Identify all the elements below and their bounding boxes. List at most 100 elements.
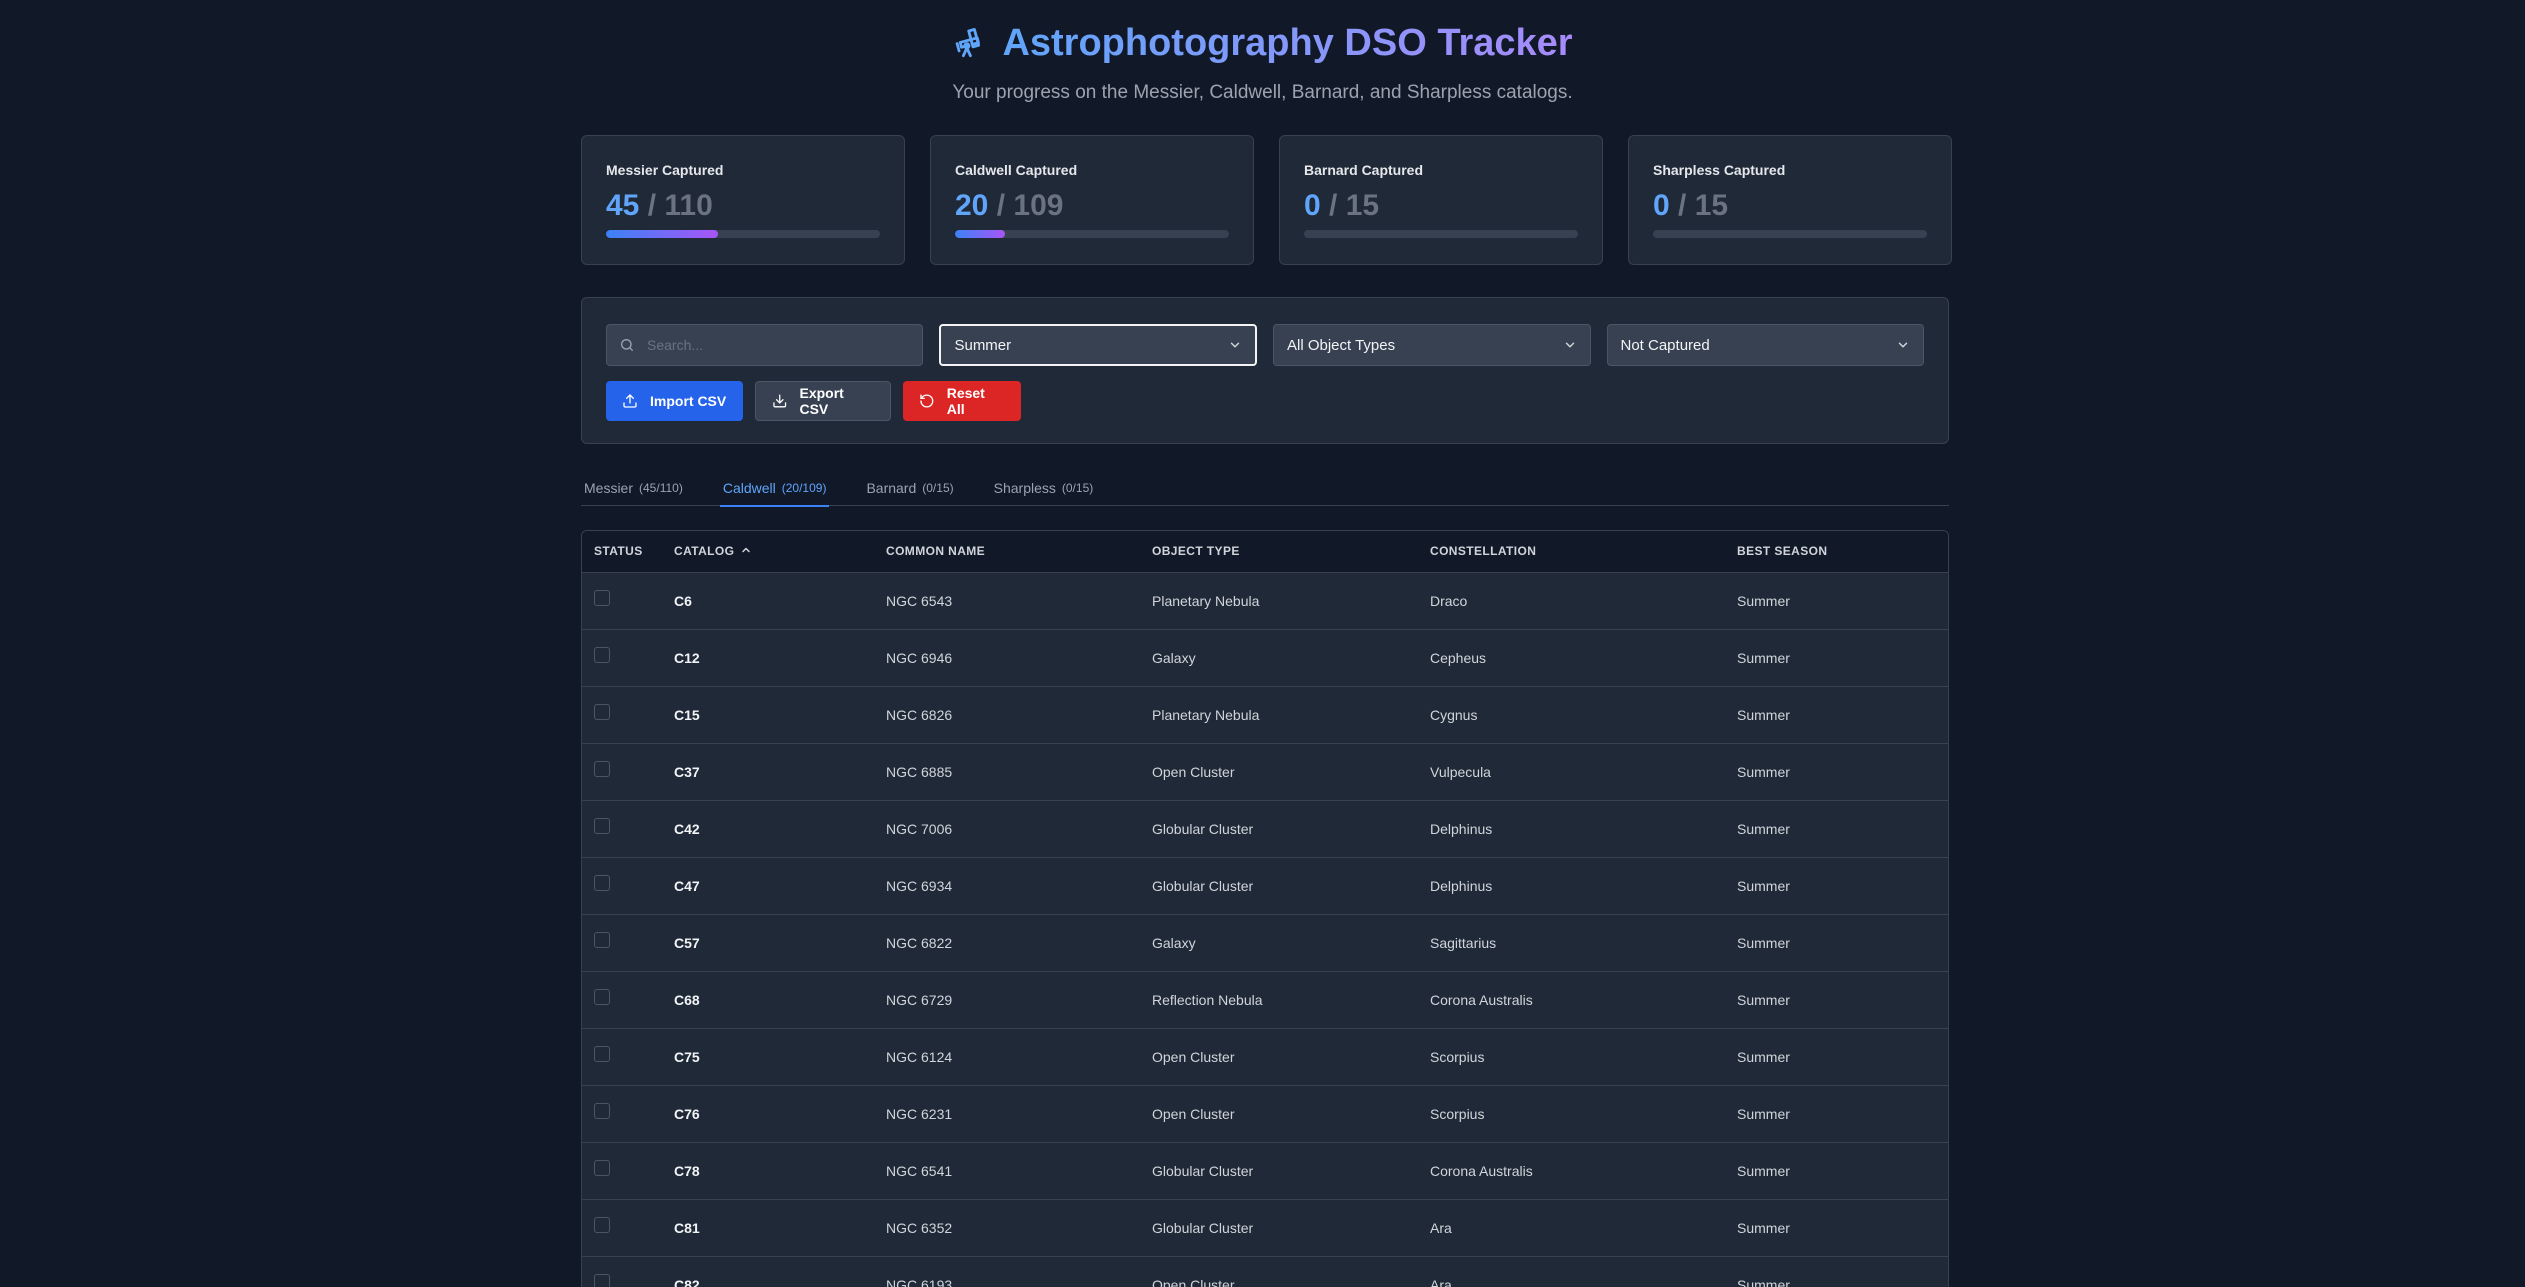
common-name-cell: NGC 6822 <box>886 934 953 951</box>
captured-checkbox[interactable] <box>594 874 610 891</box>
table-header-row: STATUS CATALOG COMMON NAME OBJECT TYPE C… <box>582 531 1948 573</box>
constellation-cell: Draco <box>1430 592 1468 609</box>
status-cell <box>582 914 662 971</box>
catalog-cell: C42 <box>674 820 700 837</box>
title-text: Astrophotography DSO Tracker <box>1002 16 1572 70</box>
best-season-cell: Summer <box>1737 991 1790 1008</box>
table-row[interactable]: C68 NGC 6729 Reflection Nebula Corona Austr… <box>582 971 1948 1028</box>
sort-ascending-icon <box>742 548 751 553</box>
export-csv-button[interactable]: Export CSV <box>755 381 891 421</box>
status-cell <box>582 686 662 743</box>
status-cell <box>582 971 662 1028</box>
reset-all-label: Reset All <box>946 385 985 417</box>
constellation-cell: Cygnus <box>1430 706 1478 723</box>
tab-sharpless[interactable]: Sharpless (0/15) <box>991 469 1097 506</box>
object-type-cell: Open Cluster <box>1152 763 1235 780</box>
action-buttons: Import CSV Export CSV Reset All <box>606 381 1924 421</box>
reset-icon <box>920 394 934 408</box>
captured-checkbox[interactable] <box>594 760 610 777</box>
table-row[interactable]: C76 NGC 6231 Open Cluster Scorpius Summer <box>582 1085 1948 1142</box>
column-header-object-type[interactable]: OBJECT TYPE <box>1140 531 1418 573</box>
stat-value: 0 / 15 <box>1304 189 1380 222</box>
tab-label: Barnard <box>866 479 917 496</box>
catalog-cell: C6 <box>674 592 692 609</box>
captured-checkbox[interactable] <box>594 646 610 663</box>
table-row[interactable]: C6 NGC 6543 Planetary Nebula Draco Summer <box>582 572 1948 629</box>
tab-caldwell[interactable]: Caldwell (20/109) <box>719 469 830 507</box>
best-season-cell: Summer <box>1737 763 1790 780</box>
best-season-cell: Summer <box>1737 706 1790 723</box>
table-row[interactable]: C78 NGC 6541 Globular Cluster Corona Austra… <box>582 1142 1948 1199</box>
stat-captured: 0 <box>1653 189 1670 222</box>
stat-captured: 0 <box>1304 189 1321 222</box>
status-select-value: Not Captured <box>1620 336 1710 354</box>
stat-captured: 45 <box>606 189 640 222</box>
column-header-best-season[interactable]: BEST SEASON <box>1725 531 1948 573</box>
catalog-cell: C81 <box>674 1219 700 1236</box>
captured-checkbox[interactable] <box>594 931 610 948</box>
upload-icon <box>623 394 637 408</box>
column-header-status[interactable]: STATUS <box>582 531 662 573</box>
tab-messier[interactable]: Messier (45/110) <box>581 469 686 506</box>
tab-count: (0/15) <box>1061 480 1094 495</box>
captured-checkbox[interactable] <box>594 817 610 834</box>
import-csv-button[interactable]: Import CSV <box>606 381 743 421</box>
table-row[interactable]: C82 NGC 6193 Open Cluster Ara Summer <box>582 1256 1948 1287</box>
best-season-cell: Summer <box>1737 1219 1790 1236</box>
object-type-cell: Planetary Nebula <box>1152 706 1260 723</box>
object-type-cell: Open Cluster <box>1152 1048 1235 1065</box>
status-cell <box>582 572 662 629</box>
table-row[interactable]: C12 NGC 6946 Galaxy Cepheus Summer <box>582 629 1948 686</box>
column-header-constellation[interactable]: CONSTELLATION <box>1418 531 1725 573</box>
status-cell <box>582 743 662 800</box>
search-box[interactable] <box>606 324 924 366</box>
captured-checkbox[interactable] <box>594 1216 610 1233</box>
catalog-tabs: Messier (45/110) Caldwell (20/109) Barnard… <box>581 469 1949 507</box>
captured-checkbox[interactable] <box>594 1273 610 1287</box>
common-name-cell: NGC 6231 <box>886 1105 953 1122</box>
table-row[interactable]: C15 NGC 6826 Planetary Nebula Cygnus Summer <box>582 686 1948 743</box>
tab-barnard[interactable]: Barnard (0/15) <box>863 469 956 506</box>
page-subtitle: Your progress on the Messier, Caldwell, … <box>952 82 1573 103</box>
tab-label: Sharpless <box>993 479 1056 496</box>
object-type-select[interactable]: All Object Types <box>1272 324 1591 366</box>
status-select[interactable]: Not Captured <box>1606 324 1925 366</box>
objects-table: STATUS CATALOG COMMON NAME OBJECT TYPE C… <box>581 530 1949 1287</box>
table-row[interactable]: C75 NGC 6124 Open Cluster Scorpius Summer <box>582 1028 1948 1085</box>
app-page: Astrophotography DSO Tracker Your progre… <box>0 0 2525 1287</box>
common-name-cell: NGC 6193 <box>886 1276 953 1287</box>
table-row[interactable]: C42 NGC 7006 Globular Cluster Delphinus Summ… <box>582 800 1948 857</box>
export-csv-label: Export CSV <box>799 385 844 417</box>
best-season-cell: Summer <box>1737 934 1790 951</box>
season-select[interactable]: Summer <box>939 324 1257 366</box>
column-header-common-name[interactable]: COMMON NAME <box>874 531 1140 573</box>
catalog-cell: C68 <box>674 991 700 1008</box>
catalog-cell: C47 <box>674 877 700 894</box>
captured-checkbox[interactable] <box>594 988 610 1005</box>
search-input[interactable] <box>607 325 923 365</box>
progress-bar <box>1653 230 1927 238</box>
table-row[interactable]: C47 NGC 6934 Globular Cluster Delphinus Summ… <box>582 857 1948 914</box>
object-type-cell: Reflection Nebula <box>1152 991 1263 1008</box>
object-type-cell: Galaxy <box>1152 649 1196 666</box>
table-row[interactable]: C81 NGC 6352 Globular Cluster Ara Summer <box>582 1199 1948 1256</box>
stat-total: 15 <box>1694 189 1729 222</box>
captured-checkbox[interactable] <box>594 1045 610 1062</box>
download-icon <box>773 394 787 408</box>
captured-checkbox[interactable] <box>594 703 610 720</box>
status-cell <box>582 1256 662 1287</box>
tab-label: Caldwell <box>722 479 776 496</box>
best-season-cell: Summer <box>1737 592 1790 609</box>
catalog-cell: C15 <box>674 706 700 723</box>
table-row[interactable]: C37 NGC 6885 Open Cluster Vulpecula Summer <box>582 743 1948 800</box>
captured-checkbox[interactable] <box>594 589 610 606</box>
object-type-cell: Galaxy <box>1152 934 1196 951</box>
column-header-catalog[interactable]: CATALOG <box>662 531 874 573</box>
reset-all-button[interactable]: Reset All <box>903 381 1021 421</box>
stat-label: Sharpless Captured <box>1653 162 1786 178</box>
common-name-cell: NGC 7006 <box>886 820 953 837</box>
table-row[interactable]: C57 NGC 6822 Galaxy Sagittarius Summer <box>582 914 1948 971</box>
captured-checkbox[interactable] <box>594 1159 610 1176</box>
captured-checkbox[interactable] <box>594 1102 610 1119</box>
best-season-cell: Summer <box>1737 1276 1790 1287</box>
